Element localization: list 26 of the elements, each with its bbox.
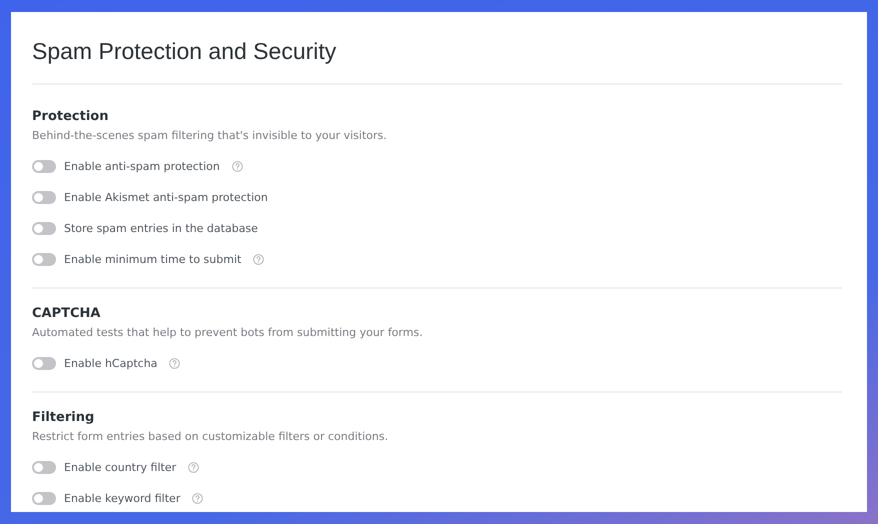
toggle-switch[interactable] — [32, 492, 56, 505]
option-label: Enable Akismet anti-spam protection — [64, 191, 268, 204]
section-description: Automated tests that help to prevent bots from submitting your forms. — [32, 326, 423, 339]
section-description: Behind-the-scenes spam filtering that's invisible to your visitors. — [32, 129, 387, 142]
option-label: Store spam entries in the database — [64, 222, 258, 235]
section-description: Restrict form entries based on customizable filters or conditions. — [32, 430, 388, 443]
help-icon[interactable] — [188, 462, 200, 473]
option-label: Enable hCaptcha — [64, 357, 158, 370]
page-title: Spam Protection and Security — [32, 12, 842, 85]
toggle-switch[interactable] — [32, 222, 56, 235]
toggle-switch[interactable] — [32, 191, 56, 204]
toggle-switch[interactable] — [32, 357, 56, 370]
help-icon[interactable] — [232, 161, 243, 172]
option-label: Enable country filter — [64, 461, 176, 474]
help-icon[interactable] — [253, 254, 264, 265]
section-title: Filtering — [32, 410, 94, 425]
section-title: Protection — [32, 109, 108, 124]
option-label: Enable anti-spam protection — [64, 160, 220, 173]
toggle-switch[interactable] — [32, 253, 56, 266]
toggle-switch[interactable] — [32, 461, 56, 474]
section-title: CAPTCHA — [32, 306, 100, 321]
option-label: Enable keyword filter — [64, 492, 180, 505]
toggle-switch[interactable] — [32, 160, 56, 173]
option-label: Enable minimum time to submit — [64, 253, 242, 266]
help-icon[interactable] — [192, 493, 204, 504]
help-icon[interactable] — [169, 358, 180, 369]
